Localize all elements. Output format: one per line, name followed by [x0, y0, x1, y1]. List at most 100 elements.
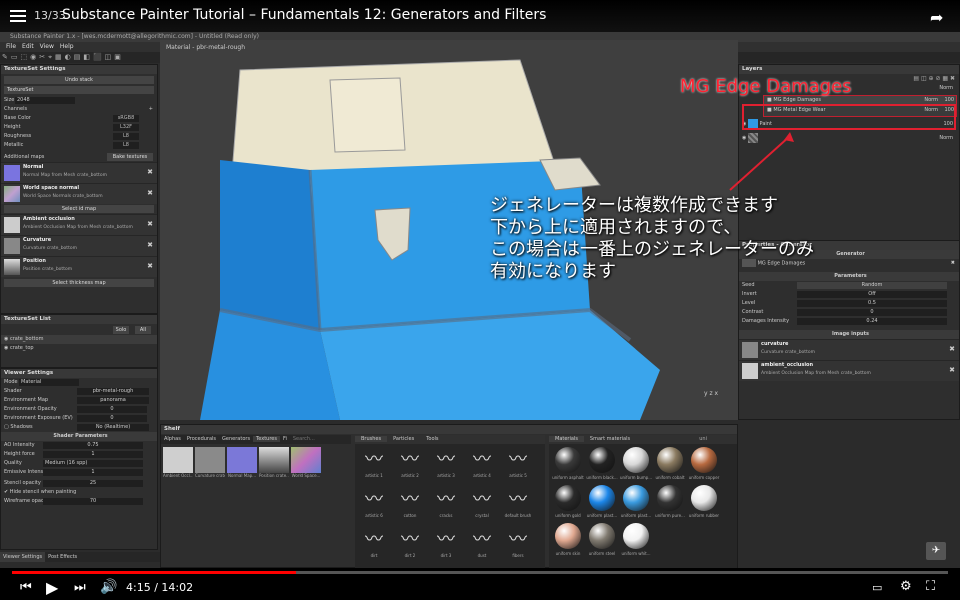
share-icon[interactable]: ➦	[930, 8, 943, 27]
solo-button[interactable]: Solo	[113, 326, 129, 334]
brush-item[interactable]: 〰 artistic 1	[359, 447, 389, 483]
brush-item[interactable]: 〰 dust	[467, 527, 497, 563]
brush-item[interactable]: 〰 cotton	[395, 487, 425, 523]
material-sphere[interactable]	[589, 485, 615, 511]
tab-textures[interactable]: Textures	[253, 436, 280, 442]
tab-smart-materials[interactable]: Smart materials	[584, 436, 636, 442]
close-icon[interactable]: ✖	[147, 220, 153, 228]
shader-parameters-header[interactable]: Shader Parameters	[1, 432, 157, 441]
texture-item[interactable]: Normal Map...	[227, 447, 257, 483]
material-sphere[interactable]	[657, 485, 683, 511]
menu-view[interactable]: View	[40, 43, 54, 50]
map-world-space-normal[interactable]: World space normal World Space Normals cr…	[1, 183, 157, 204]
wireframe-opacity-slider[interactable]: 70	[43, 498, 143, 505]
material-sphere[interactable]	[555, 447, 581, 473]
video-title[interactable]: Substance Painter Tutorial – Fundamental…	[62, 7, 546, 23]
close-icon[interactable]: ✖	[147, 189, 153, 197]
brush-item[interactable]: 〰 dirt 2	[395, 527, 425, 563]
tab-brushes[interactable]: Brushes	[355, 436, 388, 442]
volume-icon[interactable]: 🔊	[100, 579, 117, 595]
brush-item[interactable]: 〰 fibers	[503, 527, 533, 563]
material-sphere[interactable]	[555, 485, 581, 511]
textureset-item[interactable]: ◉ crate_top	[1, 344, 157, 353]
quality-select[interactable]: Medium (16 spp)	[43, 460, 143, 467]
brush-item[interactable]: 〰 artistic 4	[467, 447, 497, 483]
seed-button[interactable]: Random	[797, 282, 947, 289]
all-button[interactable]: All	[135, 326, 151, 334]
shader-select[interactable]: pbr-metal-rough	[77, 388, 149, 395]
texture-item[interactable]: Curvature crate...	[195, 447, 225, 483]
input-curvature[interactable]: curvature Curvature crate_bottom ✖	[739, 339, 959, 360]
previous-icon[interactable]: ⏮	[20, 580, 32, 595]
captions-icon[interactable]: ▭	[872, 581, 882, 594]
shadows-select[interactable]: No (Realtime)	[77, 424, 149, 431]
emissive-intensity-slider[interactable]: 1	[43, 469, 143, 476]
brush-item[interactable]: 〰 artistic 3	[431, 447, 461, 483]
level-slider[interactable]: 0.5	[797, 300, 947, 307]
environment-opacity-field[interactable]: 0	[77, 406, 147, 413]
menu-edit[interactable]: Edit	[22, 43, 34, 50]
next-icon[interactable]: ⏭	[74, 580, 86, 595]
tab-procedurals[interactable]: Procedurals	[184, 436, 219, 442]
play-icon[interactable]: ▶	[46, 578, 58, 597]
settings-icon[interactable]: ⚙	[900, 579, 912, 594]
layer-blend[interactable]: Norm	[939, 131, 953, 145]
close-icon[interactable]: ✖	[949, 345, 955, 353]
channel-format[interactable]: L8	[113, 133, 139, 140]
material-sphere[interactable]	[623, 485, 649, 511]
contrast-slider[interactable]: 0	[797, 309, 947, 316]
material-sphere[interactable]	[657, 447, 683, 473]
channel-format[interactable]: L32F	[113, 124, 139, 131]
tab-generators[interactable]: Generators	[219, 436, 253, 442]
progress-bar[interactable]	[12, 571, 948, 574]
textureset-item[interactable]: ◉ crate_bottom	[1, 335, 157, 344]
add-channel-icon[interactable]: +	[149, 105, 153, 114]
environment-exposure-field[interactable]: 0	[77, 415, 147, 422]
damages-intensity-slider[interactable]: 0.24	[797, 318, 947, 325]
bake-textures-button[interactable]: Bake textures	[107, 153, 153, 161]
tab-materials[interactable]: Materials	[549, 436, 584, 442]
tab-viewer-settings[interactable]: Viewer Settings	[0, 552, 46, 562]
ao-intensity-slider[interactable]: 0.75	[43, 442, 143, 449]
tab-alphas[interactable]: Alphas	[161, 436, 184, 442]
material-sphere[interactable]	[589, 523, 615, 549]
environment-map-select[interactable]: panorama	[77, 397, 149, 404]
image-inputs-header[interactable]: Image inputs	[739, 330, 959, 339]
brush-item[interactable]: 〰 dirt	[359, 527, 389, 563]
stencil-opacity-slider[interactable]: 25	[43, 480, 143, 487]
playlist-menu-icon[interactable]	[10, 10, 26, 22]
input-ambient-occlusion[interactable]: ambient_occlusion Ambient Occlusion Map f…	[739, 360, 959, 381]
menu-help[interactable]: Help	[60, 43, 74, 50]
material-sphere[interactable]	[623, 447, 649, 473]
material-sphere[interactable]	[691, 485, 717, 511]
hide-stencil-row[interactable]: ✔ Hide stencil when painting	[1, 488, 157, 497]
size-select[interactable]: 2048	[15, 97, 75, 104]
material-search-input[interactable]: uni	[699, 435, 707, 444]
close-icon[interactable]: ✖	[147, 241, 153, 249]
invert-toggle[interactable]: Off	[797, 291, 947, 298]
tab-particles[interactable]: Particles	[387, 436, 420, 442]
layer-tool-icons[interactable]: ▤ ◫ ⊕ ⊘ ▦ ✖	[913, 75, 955, 82]
brush-item[interactable]: 〰 dirt 3	[431, 527, 461, 563]
map-ambient-occlusion[interactable]: Ambient occlusion Ambient Occlusion Map f…	[1, 214, 157, 235]
brush-item[interactable]: 〰 artistic 6	[359, 487, 389, 523]
undo-stack-button[interactable]: Undo stack	[4, 76, 154, 84]
map-curvature[interactable]: Curvature Curvature crate_bottom ✖	[1, 235, 157, 256]
select-id-map-button[interactable]: Select id map	[4, 205, 154, 213]
brush-item[interactable]: 〰 artistic 2	[395, 447, 425, 483]
texture-item[interactable]: Ambient Occl...	[163, 447, 193, 483]
close-icon[interactable]: ✖	[949, 366, 955, 374]
close-icon[interactable]: ✖	[951, 259, 955, 268]
menu-file[interactable]: File	[6, 43, 16, 50]
map-position[interactable]: Position Position crate_bottom ✖	[1, 256, 157, 277]
brush-item[interactable]: 〰 crystal	[467, 487, 497, 523]
tab-filters[interactable]: Fi	[280, 436, 290, 442]
tab-post-effects[interactable]: Post Effects	[45, 552, 80, 562]
material-sphere[interactable]	[589, 447, 615, 473]
material-sphere[interactable]	[691, 447, 717, 473]
texture-item[interactable]: Position crate...	[259, 447, 289, 483]
select-thickness-map-button[interactable]: Select thickness map	[4, 279, 154, 287]
map-normal[interactable]: Normal Normal Map from Mesh crate_bottom ✖	[1, 162, 157, 183]
height-force-slider[interactable]: 1	[43, 451, 143, 458]
brush-item[interactable]: 〰 default brush	[503, 487, 533, 523]
